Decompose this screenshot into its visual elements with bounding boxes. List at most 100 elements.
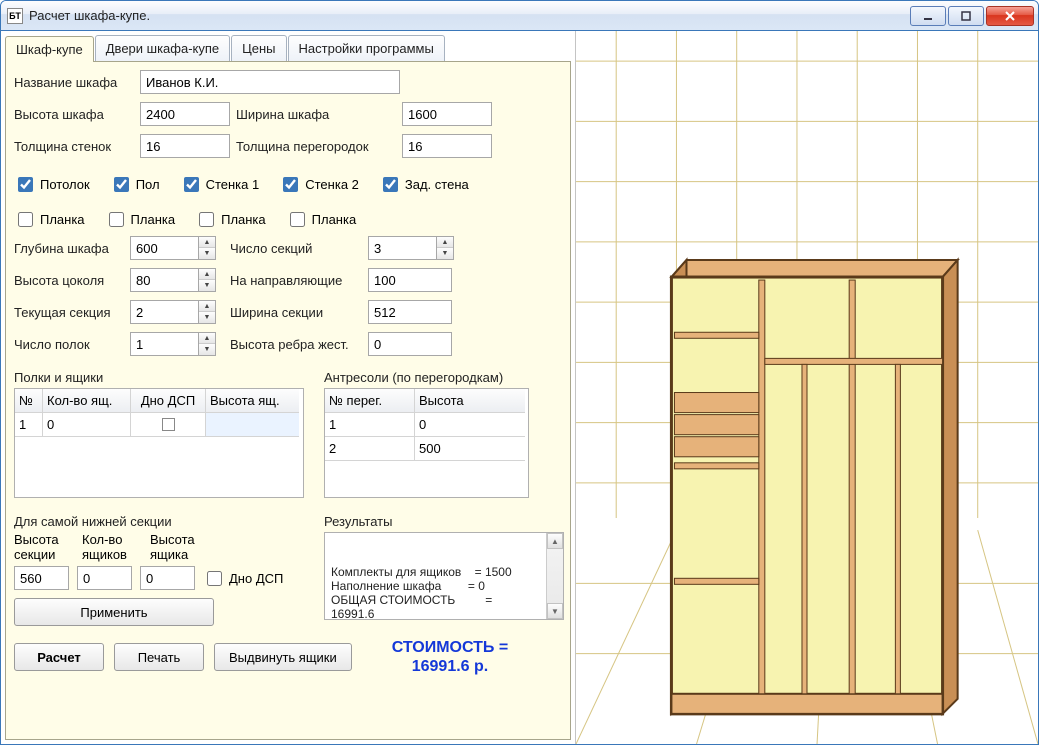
check-Стенка 2[interactable]: Стенка 2 [279, 174, 359, 195]
th-n: № [15, 389, 43, 413]
checkbox[interactable] [199, 212, 214, 227]
height-input[interactable] [140, 102, 230, 126]
chevron-down-icon[interactable]: ▼ [199, 248, 215, 259]
cost-label: СТОИМОСТЬ =16991.6 р. [392, 638, 508, 676]
sections-spinner[interactable]: ▲▼ [368, 236, 454, 260]
cur-section-input[interactable] [130, 300, 198, 324]
shelves-n-label: Число полок [14, 337, 124, 352]
check-Планка[interactable]: Планка [14, 209, 85, 230]
lower-dno-check[interactable]: Дно ДСП [203, 568, 283, 589]
tab-settings[interactable]: Настройки программы [288, 35, 445, 61]
print-button[interactable]: Печать [114, 643, 204, 671]
table-row[interactable]: 1 0 [325, 413, 528, 437]
checkbox[interactable] [290, 212, 305, 227]
checkbox[interactable] [109, 212, 124, 227]
cell-h[interactable]: 0 [415, 413, 525, 437]
sections-input[interactable] [368, 236, 436, 260]
cur-section-spinner[interactable]: ▲▼ [130, 300, 216, 324]
check-Пол[interactable]: Пол [110, 174, 160, 195]
depth-input[interactable] [130, 236, 198, 260]
lower-group-label: Для самой нижней секции [14, 514, 304, 529]
cell-n: 1 [325, 413, 415, 437]
preview-pane[interactable] [576, 31, 1038, 744]
cell-count[interactable]: 0 [43, 413, 131, 437]
calc-button[interactable]: Расчет [14, 643, 104, 671]
check-label: Стенка 2 [305, 177, 359, 192]
app-icon: БТ [7, 8, 23, 24]
eject-drawers-button[interactable]: Выдвинуть ящики [214, 643, 352, 671]
checkbox[interactable] [18, 177, 33, 192]
app-window: БТ Расчет шкафа-купе. Шкаф-купе Двери шк… [0, 0, 1039, 745]
lower-dno-label: Дно ДСП [229, 571, 283, 586]
chevron-up-icon[interactable]: ▲ [199, 237, 215, 248]
rails-label: На направляющие [230, 273, 362, 288]
wall-thick-label: Толщина стенок [14, 139, 134, 154]
shelves-table[interactable]: № Кол-во ящ. Дно ДСП Высота ящ. 1 0 [14, 388, 304, 498]
checkbox[interactable] [18, 212, 33, 227]
cur-section-label: Текущая секция [14, 305, 124, 320]
rails-input[interactable] [368, 268, 452, 292]
section-w-input[interactable] [368, 300, 452, 324]
name-label: Название шкафа [14, 75, 134, 90]
check-Планка[interactable]: Планка [105, 209, 176, 230]
checkbox[interactable] [114, 177, 129, 192]
th-height: Высота ящ. [206, 389, 299, 413]
chevron-down-icon[interactable]: ▼ [437, 248, 453, 259]
chevron-down-icon[interactable]: ▼ [199, 280, 215, 291]
wall-thick-input[interactable] [140, 134, 230, 158]
checkbox[interactable] [383, 177, 398, 192]
check-Потолок[interactable]: Потолок [14, 174, 90, 195]
cell-dno[interactable] [131, 413, 206, 437]
chevron-up-icon[interactable]: ▲ [437, 237, 453, 248]
tab-wardrobe[interactable]: Шкаф-купе [5, 36, 94, 62]
lower-dno-checkbox[interactable] [207, 571, 222, 586]
close-button[interactable] [986, 6, 1034, 26]
chevron-down-icon[interactable]: ▼ [199, 344, 215, 355]
minimize-button[interactable] [910, 6, 946, 26]
width-input[interactable] [402, 102, 492, 126]
antresol-group-label: Антресоли (по перегородкам) [324, 370, 529, 385]
plinth-h-spinner[interactable]: ▲▼ [130, 268, 216, 292]
rib-h-input[interactable] [368, 332, 452, 356]
checkbox[interactable] [283, 177, 298, 192]
checks-row-2: Планка Планка Планка Планка [14, 209, 564, 230]
chevron-up-icon[interactable]: ▲ [199, 269, 215, 280]
check-Стенка 1[interactable]: Стенка 1 [180, 174, 260, 195]
shelves-n-spinner[interactable]: ▲▼ [130, 332, 216, 356]
antresol-table[interactable]: № перег. Высота 1 0 2 500 [324, 388, 529, 498]
lower-drawer-h-input[interactable] [140, 566, 195, 590]
shelves-n-input[interactable] [130, 332, 198, 356]
cell-h[interactable]: 500 [415, 437, 525, 461]
lower-sec-h-label: Высота секции [14, 532, 74, 562]
maximize-button[interactable] [948, 6, 984, 26]
chevron-up-icon[interactable]: ▲ [199, 301, 215, 312]
check-label: Планка [312, 212, 357, 227]
check-Зад. стена[interactable]: Зад. стена [379, 174, 469, 195]
cell-n: 1 [15, 413, 43, 437]
plinth-h-input[interactable] [130, 268, 198, 292]
table-row[interactable]: 1 0 [15, 413, 303, 437]
lower-sec-h-input[interactable] [14, 566, 69, 590]
cell-height[interactable] [206, 413, 299, 437]
tab-prices[interactable]: Цены [231, 35, 286, 61]
chevron-down-icon[interactable]: ▼ [547, 603, 563, 619]
name-input[interactable] [140, 70, 400, 94]
apply-button[interactable]: Применить [14, 598, 214, 626]
lower-drawer-n-input[interactable] [77, 566, 132, 590]
table-row[interactable]: 2 500 [325, 437, 528, 461]
scrollbar[interactable]: ▲ ▼ [546, 533, 563, 619]
chevron-down-icon[interactable]: ▼ [199, 312, 215, 323]
depth-spinner[interactable]: ▲▼ [130, 236, 216, 260]
checkbox[interactable] [184, 177, 199, 192]
check-label: Пол [136, 177, 160, 192]
check-Планка[interactable]: Планка [195, 209, 266, 230]
part-thick-input[interactable] [402, 134, 492, 158]
titlebar[interactable]: БТ Расчет шкафа-купе. [1, 1, 1038, 31]
checks-row-1: Потолок Пол Стенка 1 Стенка 2 Зад. стена [14, 174, 564, 195]
chevron-up-icon[interactable]: ▲ [199, 333, 215, 344]
lower-drawer-h-label: Высота ящика [150, 532, 210, 562]
check-Планка[interactable]: Планка [286, 209, 357, 230]
chevron-up-icon[interactable]: ▲ [547, 533, 563, 549]
tab-doors[interactable]: Двери шкафа-купе [95, 35, 230, 61]
sections-label: Число секций [230, 241, 362, 256]
